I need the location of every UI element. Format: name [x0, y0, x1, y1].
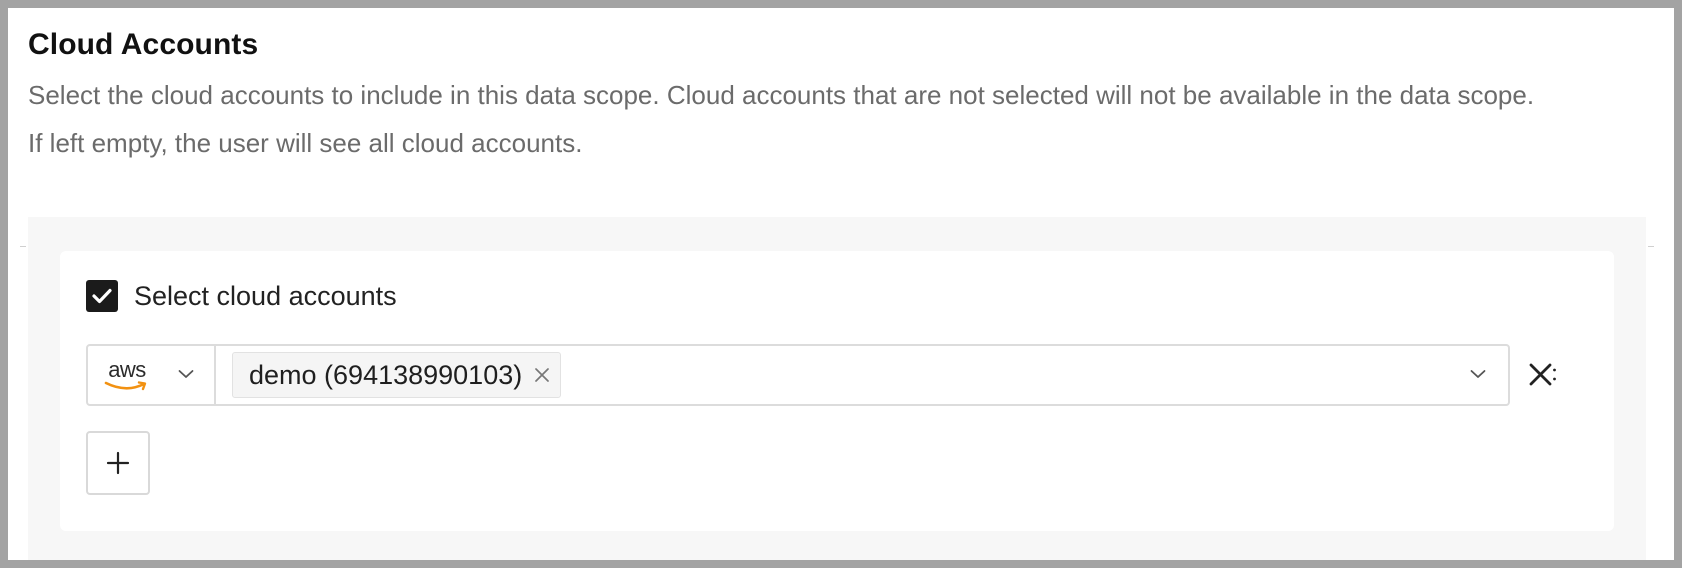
chevron-down-icon[interactable]	[1470, 368, 1486, 380]
close-icon	[535, 368, 550, 382]
description-line-1: Select the cloud accounts to include in …	[28, 80, 1535, 110]
accounts-card: Select cloud accounts aws demo (69413899…	[60, 251, 1614, 531]
aws-logo-icon: aws	[102, 359, 152, 391]
chevron-down-icon	[178, 370, 194, 378]
section-description: Select the cloud accounts to include in …	[28, 71, 1628, 167]
accounts-select-input[interactable]: demo (694138990103)	[216, 346, 1508, 404]
account-selector: aws demo (694138990103)	[86, 344, 1510, 406]
selected-account-tag: demo (694138990103)	[232, 352, 562, 398]
divider	[1648, 246, 1654, 247]
add-row-button[interactable]	[86, 431, 150, 495]
tag-label: demo (694138990103)	[249, 359, 523, 390]
select-cloud-accounts-checkbox[interactable]	[86, 280, 118, 312]
plus-icon	[106, 451, 130, 475]
close-icon	[1529, 363, 1556, 386]
account-selector-row: aws demo (694138990103)	[86, 344, 1612, 408]
aws-logo-text: aws	[108, 357, 146, 382]
select-cloud-accounts-checkbox-row[interactable]: Select cloud accounts	[86, 279, 397, 313]
cloud-accounts-section: Cloud Accounts Select the cloud accounts…	[8, 8, 1674, 560]
description-line-2: If left empty, the user will see all clo…	[28, 128, 583, 158]
tag-remove-button[interactable]	[532, 365, 552, 385]
checkbox-label: Select cloud accounts	[134, 280, 397, 311]
aws-smile-icon	[104, 381, 147, 391]
provider-dropdown[interactable]: aws	[88, 346, 216, 404]
remove-row-button[interactable]	[1526, 360, 1556, 390]
checkmark-icon	[92, 288, 112, 304]
divider	[20, 246, 26, 247]
section-title: Cloud Accounts	[28, 28, 259, 61]
